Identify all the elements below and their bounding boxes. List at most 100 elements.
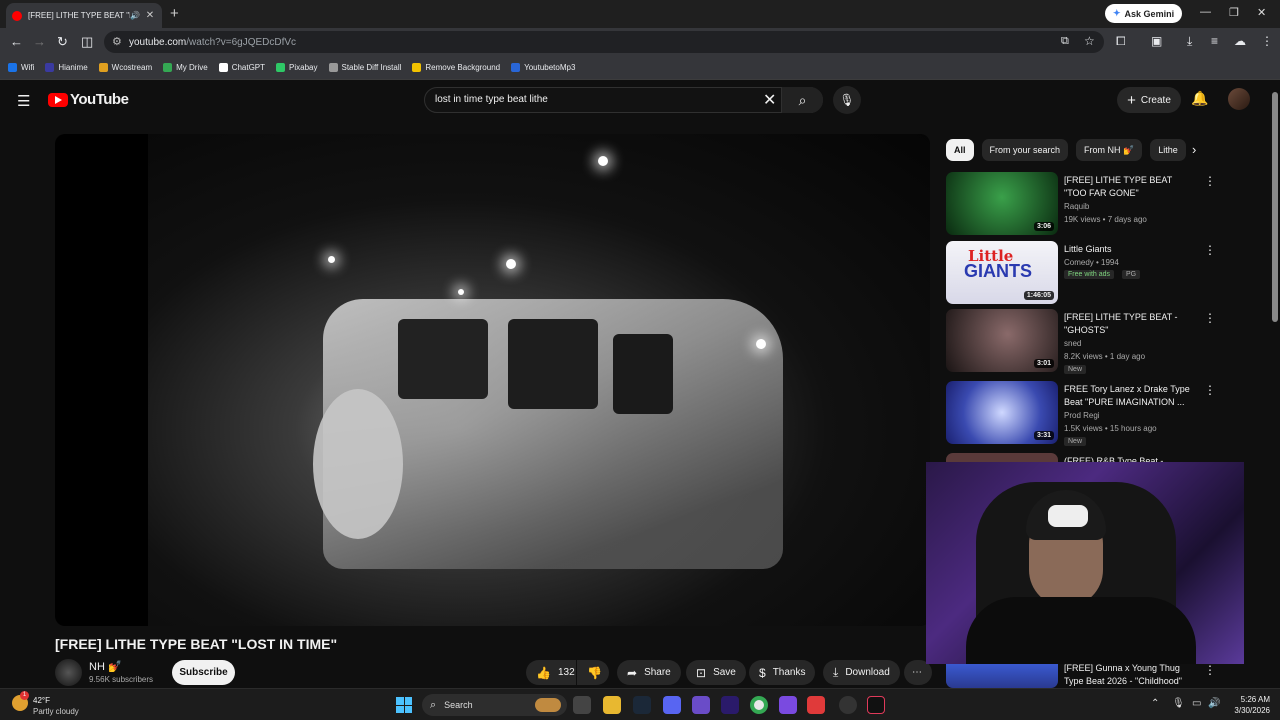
youtube-play-icon bbox=[48, 92, 68, 107]
chrome-icon[interactable] bbox=[750, 696, 768, 714]
menu-icon[interactable]: ☰ bbox=[17, 92, 30, 110]
bookmark-item[interactable]: Stable Diff Install bbox=[328, 63, 401, 72]
bookmark-item[interactable]: Wcostream bbox=[98, 63, 152, 72]
extensions-icon[interactable]: ⧠ bbox=[1116, 34, 1126, 49]
premiere-icon[interactable] bbox=[721, 696, 739, 714]
chip-from-channel[interactable]: From NH 💅 bbox=[1076, 139, 1143, 161]
channel-name[interactable]: NH 💅 bbox=[89, 660, 122, 673]
tray-chevron-icon[interactable]: ⌃ bbox=[1151, 698, 1159, 709]
more-options-icon[interactable]: ⋮ bbox=[1204, 383, 1216, 397]
volume-icon[interactable]: 🔊 bbox=[1208, 698, 1220, 709]
bookmark-favicon-icon bbox=[98, 63, 108, 72]
page-scrollbar[interactable] bbox=[1270, 80, 1280, 688]
more-options-icon[interactable]: ⋮ bbox=[1204, 174, 1216, 188]
chip-lithe[interactable]: Lithe bbox=[1150, 139, 1187, 161]
more-options-icon[interactable]: ⋮ bbox=[1204, 243, 1216, 257]
obs-icon[interactable] bbox=[839, 696, 857, 714]
search-highlight-image bbox=[535, 698, 561, 712]
channel-avatar[interactable] bbox=[55, 659, 82, 686]
discord-icon[interactable] bbox=[663, 696, 681, 714]
recommendation-thumbnail[interactable]: 3:06 bbox=[946, 172, 1058, 235]
cast-icon[interactable]: ⧉ bbox=[1061, 35, 1069, 48]
split-view-icon[interactable]: ◫ bbox=[81, 34, 93, 50]
bookmark-item[interactable]: My Drive bbox=[163, 63, 208, 72]
bookmark-item[interactable]: ChatGPT bbox=[218, 63, 265, 72]
chip-all[interactable]: All bbox=[946, 139, 974, 161]
profile-icon[interactable]: ☁ bbox=[1234, 34, 1246, 48]
address-bar[interactable]: ⚙ youtube.com/watch?v=6gJQEDcDfVc ⧉ ☆ bbox=[104, 31, 1104, 53]
video-light bbox=[458, 289, 464, 295]
more-options-icon[interactable]: ⋮ bbox=[1204, 311, 1216, 325]
download-icon[interactable]: ⤓ bbox=[1187, 34, 1192, 49]
network-icon[interactable]: ▭ bbox=[1192, 698, 1201, 709]
search-icon: ⌕ bbox=[430, 698, 437, 711]
speaker-icon[interactable]: 🔊 bbox=[130, 11, 140, 20]
task-view-icon[interactable] bbox=[573, 696, 591, 714]
ask-gemini-button[interactable]: ✦ Ask Gemini bbox=[1105, 4, 1183, 23]
voice-search-button[interactable]: 🎙 bbox=[833, 86, 861, 114]
bookmark-star-icon[interactable]: ☆ bbox=[1084, 34, 1095, 48]
tiktok-icon[interactable] bbox=[867, 696, 885, 714]
youtube-favicon-icon bbox=[12, 10, 22, 21]
chips-next-chevron-icon[interactable]: › bbox=[1192, 142, 1196, 157]
save-button[interactable]: ⊡ Save bbox=[686, 660, 746, 685]
recommendation-item[interactable]: 3:01 [FREE] LITHE TYPE BEAT - "GHOSTS" s… bbox=[946, 309, 1216, 375]
recommendation-thumbnail[interactable]: 3:01 bbox=[946, 309, 1058, 372]
bookmark-item[interactable]: Remove Background bbox=[412, 63, 500, 72]
close-tab-icon[interactable]: ✕ bbox=[144, 10, 156, 21]
subscribe-button[interactable]: Subscribe bbox=[172, 660, 235, 685]
account-avatar[interactable] bbox=[1228, 88, 1250, 110]
forward-icon[interactable]: → bbox=[33, 34, 46, 49]
reload-icon[interactable]: ↻ bbox=[57, 34, 68, 50]
bookmark-item[interactable]: Pixabay bbox=[276, 63, 318, 72]
menu-dots-icon[interactable]: ⋮ bbox=[1261, 34, 1273, 48]
recommendation-thumbnail[interactable]: 3:31 bbox=[946, 381, 1058, 444]
notifications-bell-icon[interactable]: 🔔 bbox=[1191, 90, 1208, 107]
search-box[interactable]: lost in time type beat lithe ✕ ⌕ bbox=[424, 87, 823, 113]
scrollbar-thumb[interactable] bbox=[1272, 92, 1278, 322]
download-button[interactable]: ⤓ Download bbox=[823, 660, 900, 685]
file-explorer-icon[interactable] bbox=[603, 696, 621, 714]
dislike-button[interactable]: 👎 bbox=[577, 660, 609, 685]
like-button[interactable]: 👍 132 bbox=[526, 660, 576, 685]
back-icon[interactable]: ← bbox=[10, 34, 23, 49]
close-window-icon[interactable]: ✕ bbox=[1257, 6, 1266, 19]
recommendation-meta: 1.5K views • 15 hours ago bbox=[1064, 424, 1157, 433]
new-tab-button[interactable]: + bbox=[170, 5, 179, 22]
tab-youtube[interactable]: [FREE] LITHE TYPE BEAT "LOST IN TIME" 🔊 … bbox=[6, 3, 162, 28]
bookmark-item[interactable]: Wifi bbox=[8, 63, 34, 72]
app-icon[interactable] bbox=[779, 696, 797, 714]
search-button[interactable]: ⌕ bbox=[781, 87, 823, 113]
create-button[interactable]: + Create bbox=[1117, 87, 1181, 113]
reading-list-icon[interactable]: ≡ bbox=[1211, 34, 1218, 48]
share-button[interactable]: ➦ Share bbox=[617, 660, 681, 685]
microphone-icon[interactable]: 🎙 bbox=[1172, 698, 1185, 709]
search-input[interactable]: lost in time type beat lithe bbox=[435, 94, 548, 105]
chip-from-your-search[interactable]: From your search bbox=[981, 139, 1069, 161]
recommendation-item[interactable]: Little GIANTS 1:46:05 Little Giants Come… bbox=[946, 241, 1216, 307]
recommendation-item[interactable]: [FREE] Gunna x Young Thug Type Beat 2026… bbox=[946, 663, 1216, 689]
app-t-icon[interactable] bbox=[807, 696, 825, 714]
youtube-logo-text: YouTube bbox=[70, 91, 129, 108]
minimize-icon[interactable]: — bbox=[1200, 6, 1211, 18]
thanks-button[interactable]: $ Thanks bbox=[749, 660, 816, 685]
bookmark-item[interactable]: Hianime bbox=[45, 63, 88, 72]
recommendation-item[interactable]: 3:06 [FREE] LITHE TYPE BEAT "TOO FAR GON… bbox=[946, 172, 1216, 238]
gemini-sparkle-icon: ✦ bbox=[1113, 8, 1121, 18]
clear-search-icon[interactable]: ✕ bbox=[763, 90, 776, 110]
recommendation-item[interactable]: 3:31 FREE Tory Lanez x Drake Type Beat "… bbox=[946, 381, 1216, 447]
site-info-icon[interactable]: ⚙ bbox=[112, 35, 122, 48]
taskbar-search[interactable]: ⌕ Search bbox=[422, 694, 567, 716]
recommendation-thumbnail[interactable]: Little GIANTS 1:46:05 bbox=[946, 241, 1058, 304]
clock[interactable]: 5:26 AM 3/30/2026 bbox=[1226, 694, 1270, 716]
recommendation-thumbnail[interactable] bbox=[946, 664, 1058, 688]
more-options-icon[interactable]: ⋮ bbox=[1204, 663, 1216, 677]
steam-icon[interactable] bbox=[633, 696, 651, 714]
video-player[interactable] bbox=[55, 134, 930, 626]
windows-start-icon[interactable] bbox=[396, 697, 412, 713]
youtube-logo[interactable]: YouTube bbox=[48, 91, 129, 108]
restore-icon[interactable]: ❐ bbox=[1229, 6, 1239, 19]
app-grid-icon[interactable] bbox=[692, 696, 710, 714]
tab-search-icon[interactable]: ▣ bbox=[1151, 34, 1162, 48]
bookmark-item[interactable]: YoutubetoMp3 bbox=[511, 63, 575, 72]
